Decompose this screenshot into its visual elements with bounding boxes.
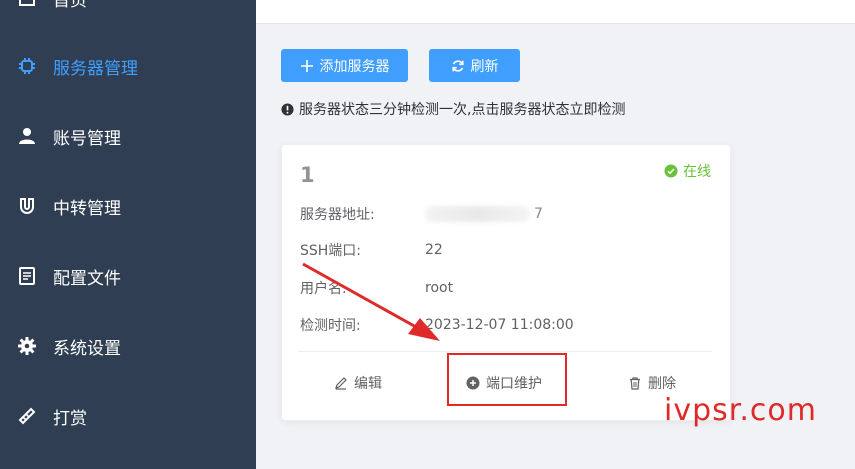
home-icon <box>16 0 38 9</box>
server-address-row: 服务器地址: 7 <box>300 204 543 224</box>
sidebar-item-label: 系统设置 <box>53 338 121 359</box>
ssh-port-value: 22 <box>425 242 443 258</box>
sidebar-item-label: 打赏 <box>53 408 87 429</box>
exclamation-circle-icon <box>281 102 294 116</box>
redacted-address <box>425 206 530 222</box>
sidebar-item-account-management[interactable]: 账号管理 <box>0 116 256 156</box>
watermark: ivpsr.com <box>664 393 817 428</box>
user-icon <box>16 125 38 147</box>
sidebar-item-relay-management[interactable]: 中转管理 <box>0 186 256 226</box>
check-time-label: 检测时间: <box>300 318 361 334</box>
edit-label: 编辑 <box>354 376 382 392</box>
ssh-port-row: SSH端口: 22 <box>300 240 443 260</box>
server-status-badge[interactable]: 在线 <box>664 161 711 181</box>
add-server-button[interactable]: 添加服务器 <box>281 49 408 82</box>
ssh-port-label: SSH端口: <box>300 243 362 259</box>
sidebar-item-system-settings[interactable]: 系统设置 <box>0 326 256 366</box>
top-header <box>256 0 855 24</box>
annotation-highlight-box <box>447 353 567 406</box>
username-row: 用户名: root <box>300 278 453 298</box>
username-label: 用户名: <box>300 281 347 297</box>
sidebar-item-label: 首页 <box>53 0 87 11</box>
plus-icon <box>300 59 313 72</box>
refresh-button[interactable]: 刷新 <box>429 49 520 82</box>
check-time-value: 2023-12-07 11:08:00 <box>425 317 574 333</box>
magnet-icon <box>16 195 38 217</box>
cpu-icon <box>16 55 38 77</box>
sidebar-item-server-management[interactable]: 服务器管理 <box>0 46 256 86</box>
sidebar-item-label: 中转管理 <box>53 198 121 219</box>
server-card-title: 1 <box>300 163 315 187</box>
delete-label: 删除 <box>648 376 676 392</box>
sidebar: 首页 服务器管理 账号管理 中转管理 配置文件 系统设置 打赏 <box>0 0 256 469</box>
delete-button[interactable]: 删除 <box>628 373 676 393</box>
check-circle-icon <box>664 164 678 178</box>
sidebar-item-donate[interactable]: 打赏 <box>0 396 256 436</box>
username-value: root <box>425 280 454 296</box>
refresh-icon <box>451 59 464 72</box>
status-check-tip: 服务器状态三分钟检测一次,点击服务器状态立即检测 <box>281 99 625 119</box>
server-address-tail: 7 <box>534 206 543 222</box>
sidebar-item-label: 服务器管理 <box>53 58 138 79</box>
trash-icon <box>630 377 640 390</box>
server-address-label: 服务器地址: <box>300 207 375 223</box>
check-time-row: 检测时间: 2023-12-07 11:08:00 <box>300 315 574 335</box>
sidebar-item-label: 配置文件 <box>53 268 121 289</box>
add-server-label: 添加服务器 <box>319 58 390 75</box>
sidebar-item-config-files[interactable]: 配置文件 <box>0 256 256 296</box>
card-divider <box>298 351 712 352</box>
server-address-value: 7 <box>425 206 543 222</box>
sidebar-item-home[interactable]: 首页 <box>0 0 256 18</box>
tip-text: 服务器状态三分钟检测一次,点击服务器状态立即检测 <box>299 102 626 118</box>
sidebar-item-label: 账号管理 <box>53 128 121 149</box>
server-status-text: 在线 <box>683 164 711 180</box>
document-icon <box>16 265 38 287</box>
edit-button[interactable]: 编辑 <box>334 373 382 393</box>
gear-icon <box>16 335 38 357</box>
refresh-label: 刷新 <box>470 58 499 75</box>
edit-icon <box>335 377 347 390</box>
gift-icon <box>16 405 38 427</box>
